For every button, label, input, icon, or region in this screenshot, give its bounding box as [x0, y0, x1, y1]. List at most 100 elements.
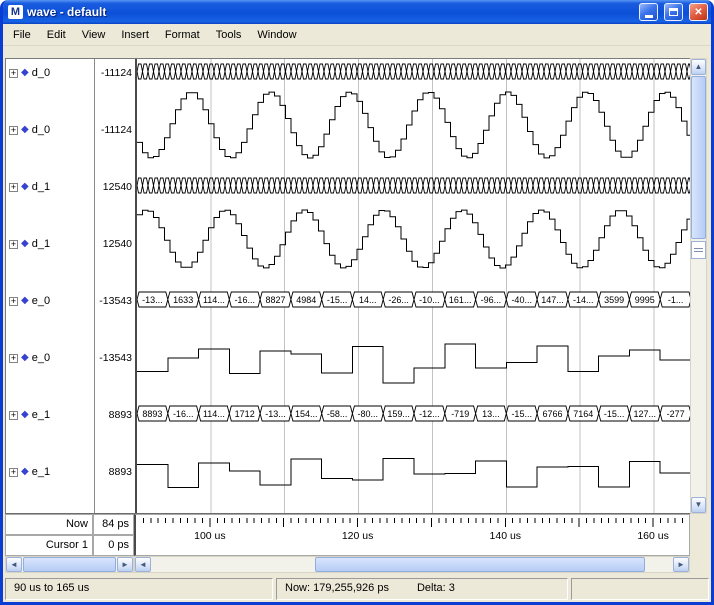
titlebar[interactable]: M wave - default ✕	[3, 0, 711, 24]
bus-value-label: -719	[451, 409, 469, 419]
bus-value-label: -12...	[419, 409, 440, 419]
signal-diamond-icon: ◆	[21, 353, 29, 363]
status-delta: Delta: 3	[417, 582, 455, 596]
signal-row-e_0-4[interactable]: +◆e_0	[6, 287, 94, 315]
signal-name-label: d_1	[32, 181, 50, 193]
ruler-label: 100 us	[194, 530, 226, 542]
wave-d_0-analog[interactable]	[137, 92, 690, 158]
bus-value-label: -1...	[668, 295, 684, 305]
signal-name-label: e_0	[32, 352, 50, 364]
bus-value-label: -40...	[511, 295, 532, 305]
expand-icon[interactable]: +	[9, 297, 18, 306]
bus-value-label: 4984	[296, 295, 316, 305]
signal-diamond-icon: ◆	[21, 68, 29, 78]
status-spacer	[571, 578, 709, 600]
modelsim-app-icon: M	[8, 5, 23, 19]
signal-value-6: 8893	[95, 401, 135, 429]
now-label-cell: Now	[5, 514, 93, 535]
signal-values-column: -11124-111241254012540-13543-13543889388…	[94, 59, 135, 513]
signal-value-2: 12540	[95, 173, 135, 201]
waveform-column[interactable]: -13... 1633 114... -16... 8827 4984 -15... 14..…	[135, 59, 690, 513]
scroll-right-icon[interactable]: ►	[673, 557, 689, 572]
bus-value-label: -14...	[573, 295, 594, 305]
bus-value-label: 6766	[542, 409, 562, 419]
signal-row-d_0-1[interactable]: +◆d_0	[6, 87, 94, 173]
scroll-right-icon[interactable]: ►	[117, 557, 133, 572]
bus-value-label: 114...	[203, 295, 225, 305]
wave-d_1-analog[interactable]	[137, 210, 690, 268]
bus-value-label: 9995	[635, 295, 655, 305]
minimize-button[interactable]	[639, 3, 658, 21]
bus-value-label: 14...	[359, 295, 377, 305]
bus-value-label: -16...	[234, 295, 255, 305]
signal-row-e_1-7[interactable]: +◆e_1	[6, 429, 94, 513]
bus-value-label: -58...	[327, 409, 348, 419]
signal-row-e_0-5[interactable]: +◆e_0	[6, 315, 94, 401]
time-ruler-canvas: 100 us120 us140 us160 us	[136, 515, 688, 555]
wave-d_1-bus-dense[interactable]	[137, 178, 690, 193]
pane-splitter-handle[interactable]	[691, 241, 706, 259]
signal-name-label: d_0	[32, 67, 50, 79]
menu-format[interactable]: Format	[157, 26, 208, 44]
expand-icon[interactable]: +	[9, 354, 18, 363]
bus-value-label: -13...	[142, 295, 163, 305]
waveform-canvas[interactable]: -13... 1633 114... -16... 8827 4984 -15... 14..…	[137, 59, 690, 513]
scroll-left-icon[interactable]: ◄	[6, 557, 22, 572]
cursor1-value-cell[interactable]: 0 ps	[93, 535, 134, 556]
menu-view[interactable]: View	[74, 26, 114, 44]
menubar: FileEditViewInsertFormatToolsWindow	[3, 24, 711, 46]
cursor1-label-cell[interactable]: Cursor 1	[5, 535, 93, 556]
bus-value-label: -277	[667, 409, 685, 419]
bus-value-label: 1633	[173, 295, 193, 305]
menu-window[interactable]: Window	[249, 26, 304, 44]
bus-value-label: 7164	[573, 409, 593, 419]
window-title: wave - default	[27, 5, 633, 19]
signal-row-e_1-6[interactable]: +◆e_1	[6, 401, 94, 429]
maximize-icon	[669, 8, 678, 16]
expand-icon[interactable]: +	[9, 240, 18, 249]
signal-name-label: e_1	[32, 466, 50, 478]
expand-icon[interactable]: +	[9, 468, 18, 477]
wave-e_0-analog[interactable]	[137, 344, 690, 383]
expand-icon[interactable]: +	[9, 126, 18, 135]
expand-icon[interactable]: +	[9, 411, 18, 420]
wave-d_0-bus-dense[interactable]	[137, 64, 690, 79]
menu-file[interactable]: File	[5, 26, 39, 44]
menu-edit[interactable]: Edit	[39, 26, 74, 44]
bus-value-label: -15...	[604, 409, 625, 419]
wave-window: M wave - default ✕ FileEditViewInsertFor…	[0, 0, 714, 605]
maximize-button[interactable]	[664, 3, 683, 21]
vertical-scrollbar[interactable]: ▲ ▼	[690, 58, 707, 514]
signal-row-d_1-3[interactable]: +◆d_1	[6, 201, 94, 287]
bus-value-label: 8827	[265, 295, 285, 305]
names-scrollbar-thumb[interactable]	[23, 557, 116, 572]
statusbar: 90 us to 165 us Now: 179,255,926 ps Delt…	[3, 575, 711, 602]
ruler-label: 120 us	[342, 530, 374, 542]
close-button[interactable]: ✕	[689, 3, 708, 21]
signal-value-0: -11124	[95, 59, 135, 87]
signal-row-d_1-2[interactable]: +◆d_1	[6, 173, 94, 201]
bus-value-label: -15...	[511, 409, 532, 419]
wave-scrollbar-thumb[interactable]	[315, 557, 645, 572]
wave-horizontal-scrollbar[interactable]: ◄ ►	[134, 556, 690, 573]
bus-value-label: 147...	[541, 295, 564, 305]
bus-value-label: 3599	[604, 295, 624, 305]
scroll-left-icon[interactable]: ◄	[135, 557, 151, 572]
expand-icon[interactable]: +	[9, 69, 18, 78]
signal-diamond-icon: ◆	[21, 410, 29, 420]
names-horizontal-scrollbar[interactable]: ◄ ►	[5, 556, 134, 573]
bus-value-label: -26...	[388, 295, 409, 305]
scroll-up-icon[interactable]: ▲	[691, 59, 706, 75]
signal-row-d_0-0[interactable]: +◆d_0	[6, 59, 94, 87]
vertical-scrollbar-thumb[interactable]	[691, 76, 706, 239]
signal-name-label: e_1	[32, 409, 50, 421]
signal-name-label: e_0	[32, 295, 50, 307]
menu-insert[interactable]: Insert	[113, 26, 157, 44]
expand-icon[interactable]: +	[9, 183, 18, 192]
menu-tools[interactable]: Tools	[208, 26, 250, 44]
bus-value-label: 13...	[482, 409, 500, 419]
wave-e_1-analog[interactable]	[137, 459, 690, 488]
status-now: Now: 179,255,926 ps	[285, 582, 389, 596]
scroll-down-icon[interactable]: ▼	[691, 497, 706, 513]
time-ruler[interactable]: 100 us120 us140 us160 us	[134, 514, 690, 556]
